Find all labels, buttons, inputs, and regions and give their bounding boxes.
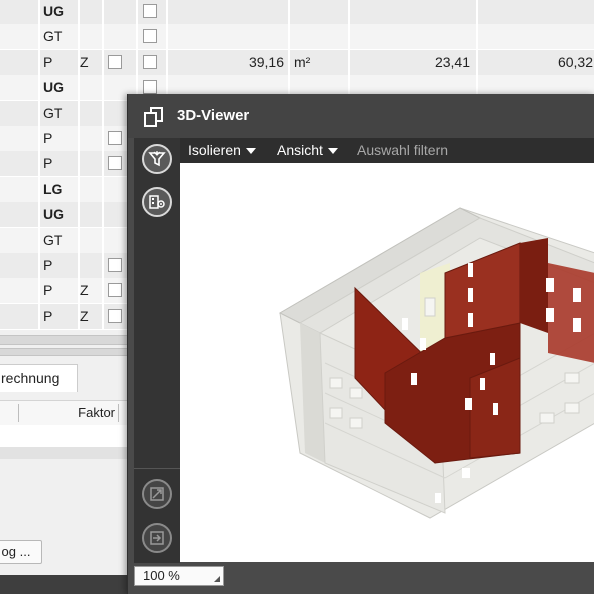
cell-code: UG <box>43 79 64 96</box>
checkbox[interactable] <box>143 4 157 18</box>
column-separator <box>38 0 40 330</box>
column-separator <box>78 0 80 330</box>
chevron-down-icon <box>245 148 256 155</box>
cell-z <box>80 0 100 24</box>
cell-value-1 <box>160 24 284 49</box>
viewer-toolbar: Isolieren Ansicht Auswahl filtern <box>180 138 594 163</box>
export-button[interactable] <box>142 523 172 553</box>
cell-z <box>80 177 100 202</box>
wall-red-4 <box>520 238 548 333</box>
cell-value-2 <box>350 0 470 24</box>
cell-value-2 <box>350 24 470 49</box>
cell-z <box>80 126 100 151</box>
column-header-row: Faktor <box>0 400 130 426</box>
cell-code: P <box>43 307 53 324</box>
catalog-button[interactable]: og ... <box>0 540 42 564</box>
checkbox[interactable] <box>108 308 122 323</box>
cell-unit <box>294 24 334 49</box>
cell-value-3 <box>480 24 593 49</box>
cell-value-1: 39,16 <box>248 53 284 70</box>
cell-code: P <box>43 282 53 299</box>
checkbox[interactable] <box>108 156 122 171</box>
cell-value-1 <box>160 0 284 24</box>
cell-code: GT <box>43 104 63 121</box>
view-menu-label: Ansicht <box>277 142 323 158</box>
factor-row <box>0 425 130 447</box>
cell-code: UG <box>43 206 64 223</box>
cell-value-2: 23,41 <box>434 53 470 70</box>
table-row[interactable]: UG <box>0 0 594 24</box>
cell-code: LG <box>43 180 63 197</box>
viewer-sidebar-lower <box>134 468 180 563</box>
checkbox[interactable] <box>143 80 157 95</box>
splitter-bar-secondary <box>0 348 130 356</box>
table-row[interactable]: P Z 39,16 m² 23,41 60,32 <box>0 49 594 75</box>
isolate-menu[interactable]: Isolieren <box>188 138 256 163</box>
viewer-window: 3D-Viewer Isolieren Ansicht Auswahl filt… <box>127 94 594 594</box>
column-header-factor[interactable]: Faktor <box>60 401 115 425</box>
status-strip <box>0 575 130 594</box>
splitter-bar[interactable] <box>0 335 130 345</box>
cell-z: Z <box>80 282 89 299</box>
checkbox[interactable] <box>108 54 122 69</box>
checkbox[interactable] <box>143 29 157 44</box>
cell-z: Z <box>80 53 89 70</box>
viewer-title: 3D-Viewer <box>177 107 250 124</box>
cell-code: UG <box>43 3 64 19</box>
export-icon <box>150 531 164 545</box>
cell-code: P <box>43 53 53 70</box>
table-row[interactable]: GT <box>0 24 594 50</box>
cell-code: P <box>43 257 53 273</box>
funnel-filter-icon <box>148 151 166 167</box>
column-separator <box>102 0 104 330</box>
3d-canvas[interactable] <box>180 163 594 562</box>
zoom-level: 100 % <box>143 568 180 583</box>
filter-button[interactable] <box>142 144 172 174</box>
checkbox[interactable] <box>108 283 122 298</box>
window-restore-icon[interactable] <box>144 106 164 128</box>
cell-unit <box>294 0 334 24</box>
cell-z <box>80 101 100 126</box>
filter-selection-button[interactable]: Auswahl filtern <box>357 138 448 163</box>
isolate-menu-label: Isolieren <box>188 142 241 158</box>
resize-grip-icon[interactable] <box>214 576 220 582</box>
viewer-titlebar[interactable]: 3D-Viewer <box>128 94 594 138</box>
cell-z <box>80 202 100 227</box>
column-divider[interactable] <box>18 404 19 422</box>
building-gear-icon <box>149 195 165 209</box>
scrollbar-horizontal[interactable] <box>0 447 130 459</box>
settings-button[interactable] <box>142 187 172 217</box>
cell-value-3 <box>480 0 593 24</box>
zoom-field[interactable]: 100 % <box>134 566 224 586</box>
view-menu[interactable]: Ansicht <box>277 138 338 163</box>
checkbox[interactable] <box>108 258 122 272</box>
cell-code: P <box>43 155 53 172</box>
cell-z: Z <box>80 307 89 324</box>
checkbox[interactable] <box>108 131 122 145</box>
column-divider[interactable] <box>118 404 119 422</box>
cell-z <box>80 75 100 100</box>
cell-z <box>80 151 100 176</box>
zoom-extents-button[interactable] <box>142 479 172 509</box>
cell-z <box>80 24 100 49</box>
cell-unit: m² <box>294 53 311 70</box>
cell-z <box>80 228 100 253</box>
tab-calculation[interactable]: rechnung <box>0 364 78 392</box>
chevron-down-icon <box>327 148 338 155</box>
cell-value-3: 60,32 <box>557 53 593 70</box>
checkbox[interactable] <box>143 54 157 69</box>
cell-z <box>80 253 100 278</box>
building-model[interactable] <box>180 163 594 562</box>
zoom-extents-icon <box>150 487 164 501</box>
wall-red-5 <box>548 263 594 363</box>
cell-code: GT <box>43 28 63 45</box>
cell-code: GT <box>43 231 63 248</box>
cell-code: P <box>43 130 53 146</box>
